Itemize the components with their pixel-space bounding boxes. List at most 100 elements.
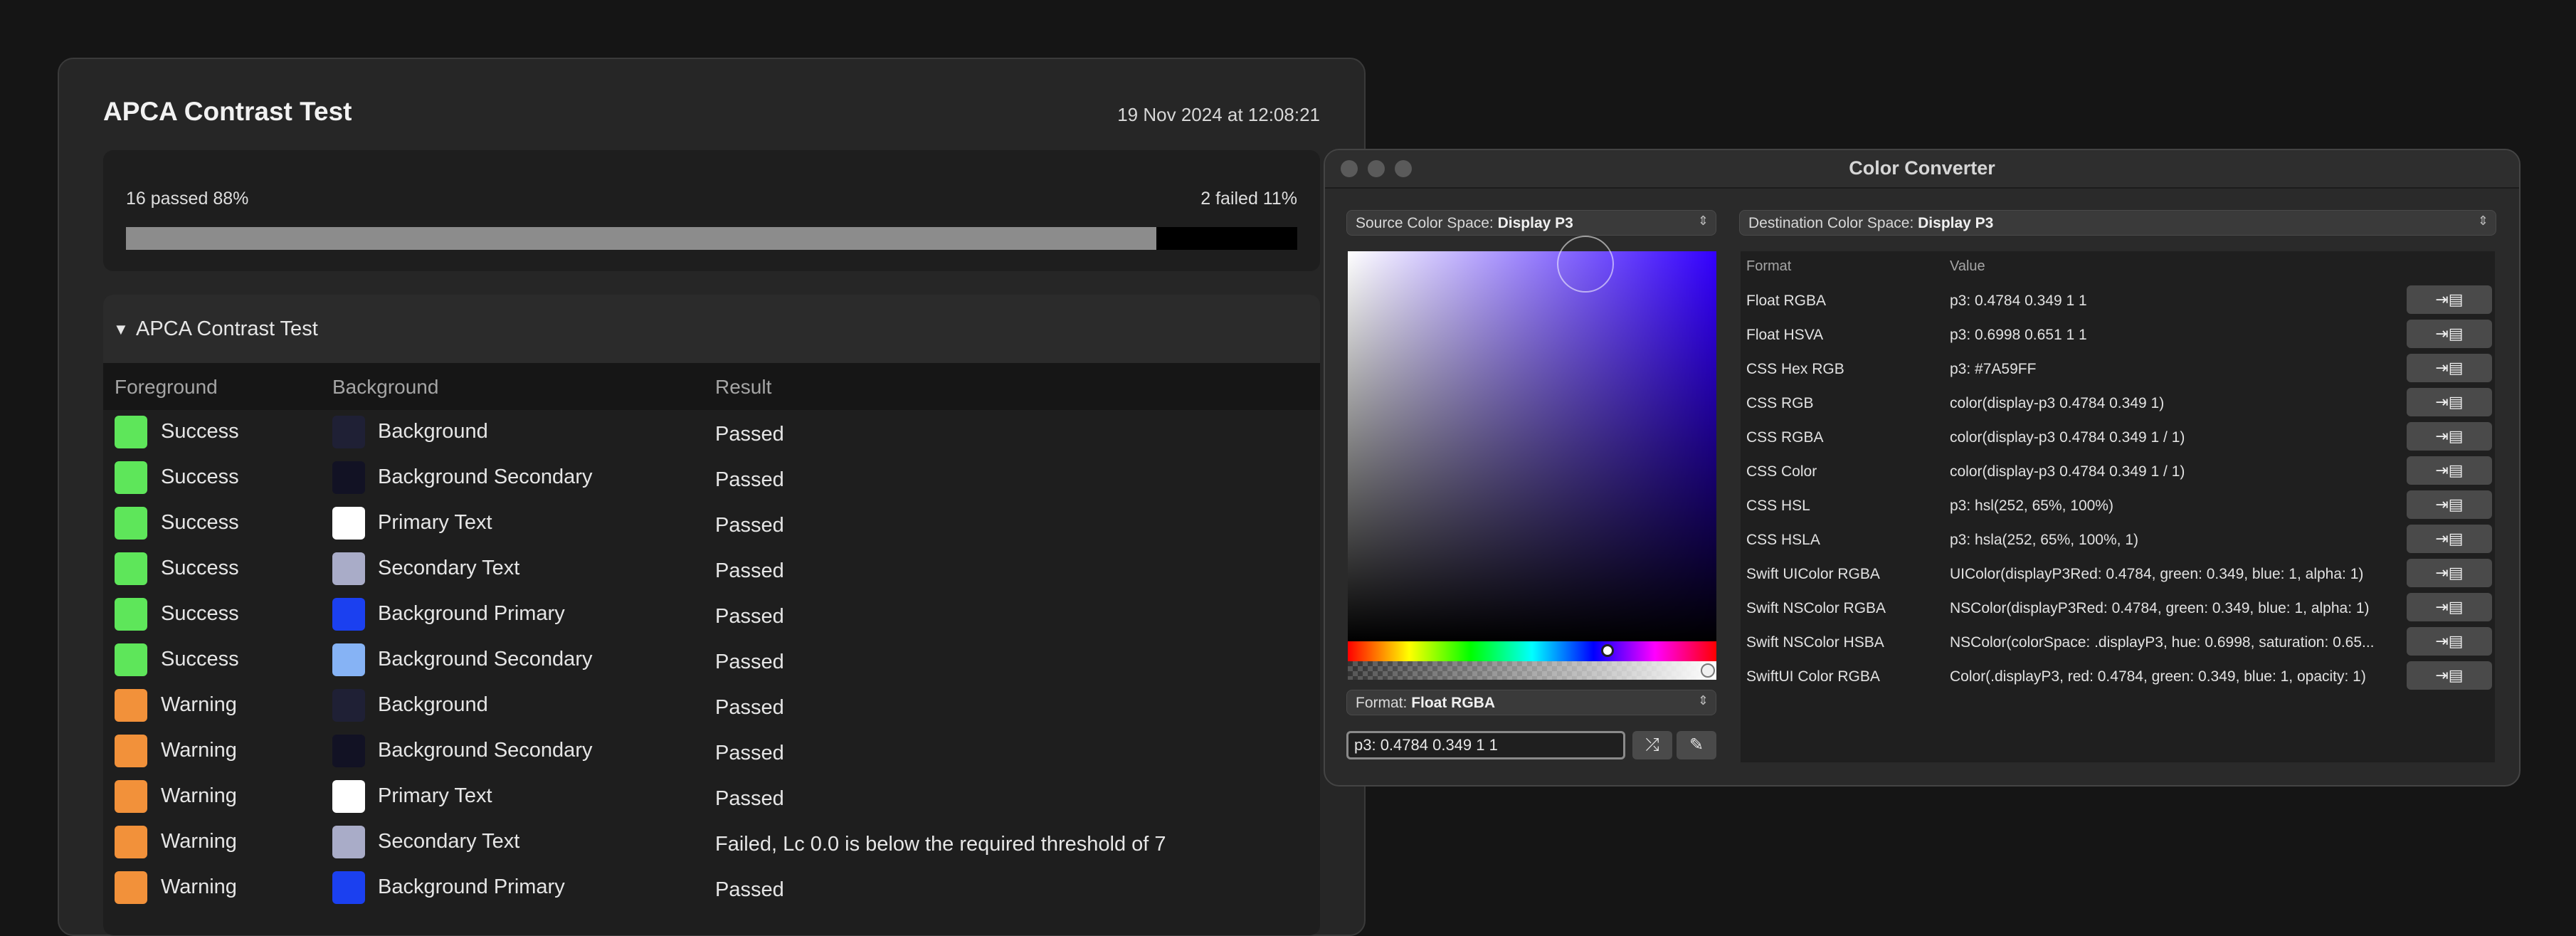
copy-button[interactable]: ⇥▤ — [2407, 490, 2492, 519]
column-header-result[interactable]: Result — [715, 376, 771, 399]
disclosure-triangle-icon[interactable]: ▼ — [113, 320, 129, 339]
format-name: CSS RGB — [1746, 395, 1814, 411]
copy-button[interactable]: ⇥▤ — [2407, 627, 2492, 656]
background-swatch — [332, 598, 365, 631]
copy-to-clipboard-icon: ⇥▤ — [2435, 359, 2464, 377]
result-text: Passed — [715, 787, 784, 810]
format-value-text: color(display-p3 0.4784 0.349 1) — [1950, 395, 2165, 411]
title-bar[interactable]: Color Converter — [1325, 150, 2519, 189]
conversion-row[interactable]: Swift NSColor HSBA NSColor(colorSpace: .d… — [1741, 624, 2495, 658]
format-value-text: p3: 0.6998 0.651 1 1 — [1950, 327, 2087, 343]
table-row[interactable]: Success Background Secondary Passed — [103, 638, 1320, 683]
table-row[interactable]: Warning Secondary Text Failed, Lc 0.0 is b… — [103, 820, 1320, 866]
table-row[interactable]: Warning Primary Text Passed — [103, 774, 1320, 820]
copy-button[interactable]: ⇥▤ — [2407, 456, 2492, 485]
copy-to-clipboard-icon: ⇥▤ — [2435, 666, 2464, 684]
hue-slider-knob[interactable] — [1601, 644, 1614, 657]
table-row[interactable]: Warning Background Passed — [103, 683, 1320, 729]
foreground-swatch — [115, 826, 147, 858]
hue-slider[interactable] — [1348, 641, 1716, 661]
format-value-text: color(display-p3 0.4784 0.349 1 / 1) — [1950, 429, 2185, 446]
foreground-name: Success — [161, 511, 239, 534]
copy-button[interactable]: ⇥▤ — [2407, 388, 2492, 416]
foreground-name: Success — [161, 648, 239, 671]
table-row[interactable]: Warning Background Secondary Passed — [103, 729, 1320, 774]
column-header: Foreground Background Result — [103, 363, 1320, 410]
conversion-row[interactable]: Swift NSColor RGBA NSColor(displayP3Red: … — [1741, 590, 2495, 624]
background-swatch — [332, 871, 365, 904]
copy-button[interactable]: ⇥▤ — [2407, 525, 2492, 553]
column-header-format[interactable]: Format — [1746, 258, 1791, 275]
column-header-value[interactable]: Value — [1950, 258, 1985, 275]
conversion-row[interactable]: SwiftUI Color RGBA Color(.displayP3, red:… — [1741, 658, 2495, 693]
pass-progress-bar — [126, 227, 1297, 250]
source-color-space-select[interactable]: Source Color Space: Display P3 ⇕ — [1346, 210, 1716, 236]
column-header-foreground[interactable]: Foreground — [115, 376, 218, 399]
conversion-row[interactable]: CSS HSL p3: hsl(252, 65%, 100%) ⇥▤ — [1741, 488, 2495, 522]
copy-button[interactable]: ⇥▤ — [2407, 661, 2492, 690]
page-title: APCA Contrast Test — [103, 97, 352, 126]
format-value: Float RGBA — [1411, 695, 1496, 711]
format-select[interactable]: Format: Float RGBA ⇕ — [1346, 690, 1716, 715]
copy-to-clipboard-icon: ⇥▤ — [2435, 564, 2464, 582]
alpha-slider[interactable] — [1348, 661, 1716, 680]
conversion-row[interactable]: CSS RGB color(display-p3 0.4784 0.349 1) ⇥… — [1741, 385, 2495, 419]
copy-button[interactable]: ⇥▤ — [2407, 559, 2492, 587]
background-swatch — [332, 689, 365, 722]
conversion-row[interactable]: CSS HSLA p3: hsla(252, 65%, 100%, 1) ⇥▤ — [1741, 522, 2495, 556]
conversion-row[interactable]: Float HSVA p3: 0.6998 0.651 1 1 ⇥▤ — [1741, 317, 2495, 351]
results-table: Success Background Passed Success Background… — [103, 410, 1320, 911]
copy-to-clipboard-icon: ⇥▤ — [2435, 495, 2464, 513]
color-converter-window: Color Converter Source Color Space: Disp… — [1324, 149, 2520, 787]
copy-button[interactable]: ⇥▤ — [2407, 285, 2492, 314]
saturation-brightness-picker[interactable] — [1348, 236, 1716, 641]
failed-count: 2 failed 11% — [1200, 189, 1297, 209]
copy-to-clipboard-icon: ⇥▤ — [2435, 461, 2464, 479]
test-group: ▼ APCA Contrast Test Foreground Backgrou… — [103, 295, 1320, 935]
format-value-text: NSColor(displayP3Red: 0.4784, green: 0.3… — [1950, 600, 2370, 616]
format-name: CSS HSLA — [1746, 532, 1820, 548]
table-row[interactable]: Success Background Primary Passed — [103, 592, 1320, 638]
chevron-updown-icon: ⇕ — [1697, 693, 1709, 708]
foreground-swatch — [115, 598, 147, 631]
background-swatch — [332, 826, 365, 858]
conversion-row[interactable]: CSS Color color(display-p3 0.4784 0.349 1… — [1741, 453, 2495, 488]
foreground-name: Success — [161, 420, 239, 443]
group-disclosure[interactable]: ▼ APCA Contrast Test — [103, 295, 1320, 363]
copy-button[interactable]: ⇥▤ — [2407, 354, 2492, 382]
copy-to-clipboard-icon: ⇥▤ — [2435, 290, 2464, 308]
table-row[interactable]: Success Background Passed — [103, 410, 1320, 456]
destination-color-space-select[interactable]: Destination Color Space: Display P3 ⇕ — [1739, 210, 2496, 236]
format-value-text: Color(.displayP3, red: 0.4784, green: 0.… — [1950, 668, 2366, 685]
destination-color-space-value: Display P3 — [1918, 215, 1994, 231]
background-name: Background Primary — [378, 875, 565, 898]
foreground-name: Warning — [161, 739, 237, 762]
result-text: Failed, Lc 0.0 is below the required thr… — [715, 833, 1166, 856]
foreground-swatch — [115, 735, 147, 767]
copy-button[interactable]: ⇥▤ — [2407, 593, 2492, 621]
apca-window: APCA Contrast Test 19 Nov 2024 at 12:08:… — [58, 58, 1366, 936]
result-text: Passed — [715, 423, 784, 446]
table-row[interactable]: Success Background Secondary Passed — [103, 456, 1320, 501]
format-name: Float RGBA — [1746, 293, 1827, 309]
background-name: Background — [378, 420, 488, 443]
eyedropper-button[interactable]: ✎ — [1677, 731, 1716, 759]
foreground-swatch — [115, 689, 147, 722]
random-color-button[interactable]: ⤮ — [1632, 731, 1672, 759]
column-header-background[interactable]: Background — [332, 376, 438, 399]
conversion-row[interactable]: CSS RGBA color(display-p3 0.4784 0.349 1 … — [1741, 419, 2495, 453]
color-value-input[interactable] — [1346, 731, 1625, 759]
foreground-swatch — [115, 643, 147, 676]
conversion-row[interactable]: Float RGBA p3: 0.4784 0.349 1 1 ⇥▤ — [1741, 283, 2495, 317]
conversion-row[interactable]: Swift UIColor RGBA UIColor(displayP3Red: … — [1741, 556, 2495, 590]
copy-button[interactable]: ⇥▤ — [2407, 422, 2492, 451]
alpha-slider-knob[interactable] — [1701, 663, 1715, 678]
table-row[interactable]: Success Secondary Text Passed — [103, 547, 1320, 592]
source-color-space-value: Display P3 — [1497, 215, 1573, 231]
color-picker-handle[interactable] — [1557, 236, 1614, 293]
table-row[interactable]: Warning Background Primary Passed — [103, 866, 1320, 911]
conversion-row[interactable]: CSS Hex RGB p3: #7A59FF ⇥▤ — [1741, 351, 2495, 385]
copy-button[interactable]: ⇥▤ — [2407, 320, 2492, 348]
table-row[interactable]: Success Primary Text Passed — [103, 501, 1320, 547]
background-name: Primary Text — [378, 784, 492, 807]
